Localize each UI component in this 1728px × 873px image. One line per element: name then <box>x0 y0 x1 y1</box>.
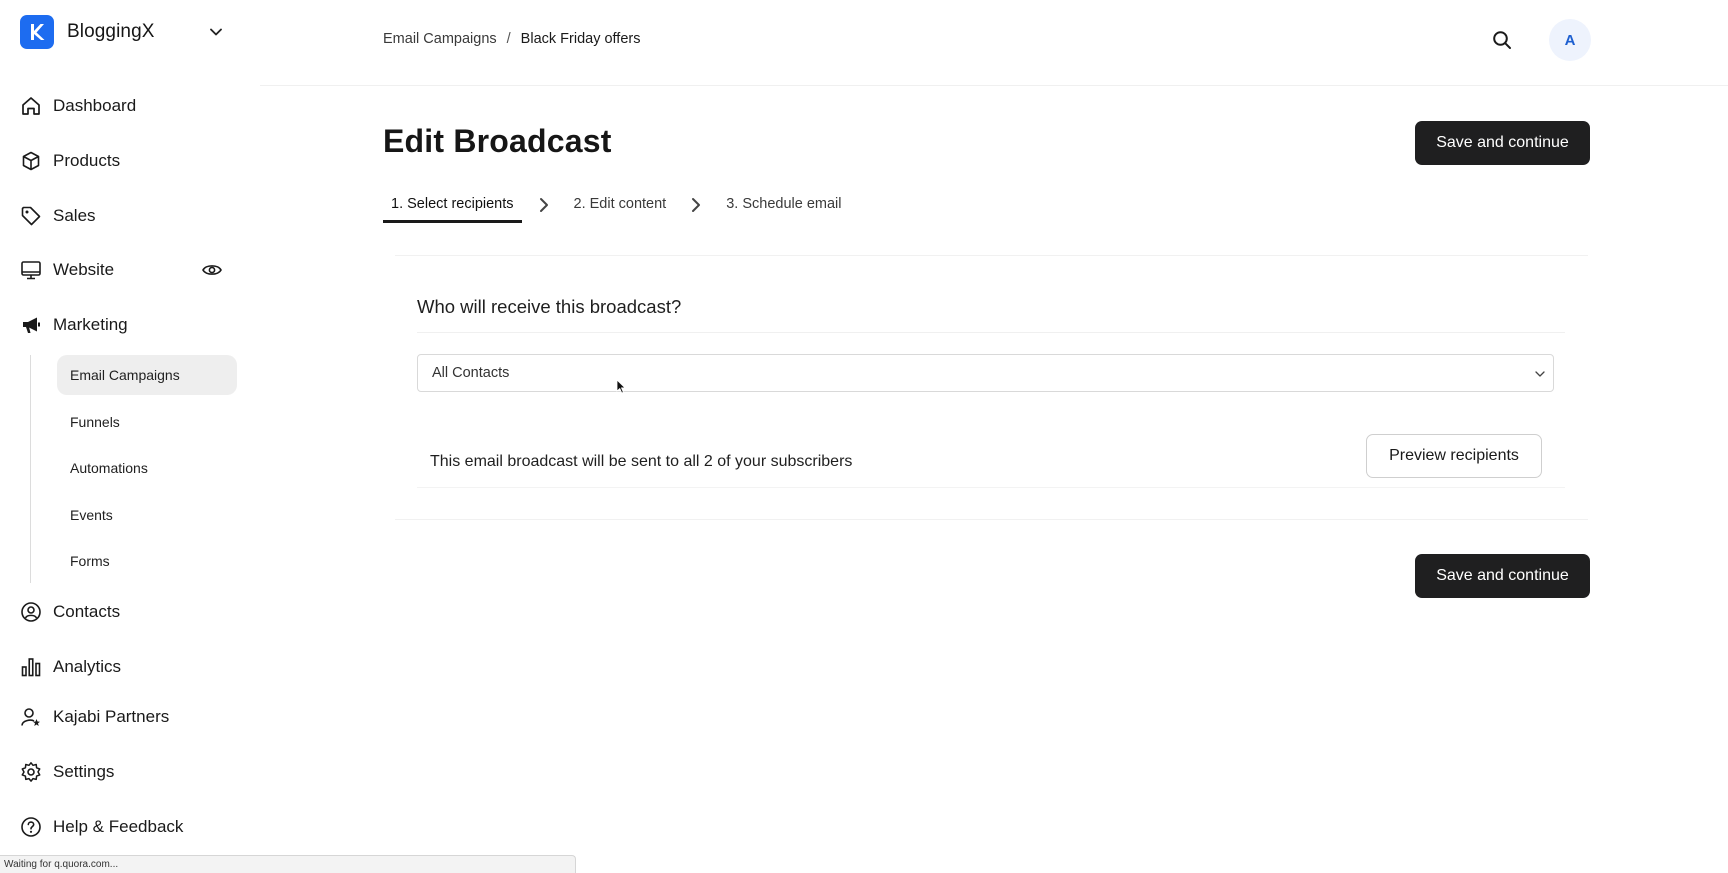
breadcrumb-parent-link[interactable]: Email Campaigns <box>383 31 497 47</box>
help-circle-icon <box>20 816 42 838</box>
sidebar-subitem-forms[interactable]: Forms <box>57 541 237 581</box>
workspace-switcher[interactable]: BloggingX <box>20 15 230 49</box>
sidebar-item-marketing[interactable]: Marketing <box>20 307 230 343</box>
sidebar: BloggingX Dashboard Products Sales Websi… <box>0 0 260 873</box>
chevron-right-icon <box>535 187 553 223</box>
tag-icon <box>20 205 42 227</box>
chevron-down-icon[interactable] <box>206 22 226 42</box>
step-edit-content[interactable]: 2. Edit content <box>566 187 675 221</box>
user-circle-icon <box>20 601 42 623</box>
monitor-icon <box>20 259 42 281</box>
sidebar-item-label: Sales <box>53 206 96 225</box>
sidebar-item-sales[interactable]: Sales <box>20 198 230 234</box>
sidebar-item-analytics[interactable]: Analytics <box>20 649 230 685</box>
step-schedule-email[interactable]: 3. Schedule email <box>718 187 849 221</box>
gear-icon <box>20 761 42 783</box>
top-bar: Email Campaigns / Black Friday offers A <box>260 0 1728 86</box>
chevron-down-icon <box>1533 367 1547 381</box>
card-divider <box>417 332 1565 333</box>
save-and-continue-button-top[interactable]: Save and continue <box>1415 121 1590 165</box>
box-icon <box>20 150 42 172</box>
eye-icon[interactable] <box>200 260 224 280</box>
breadcrumb-current: Black Friday offers <box>520 31 641 47</box>
recipients-question: Who will receive this broadcast? <box>417 296 682 317</box>
brand-logo-icon <box>20 15 54 49</box>
sidebar-subitem-automations[interactable]: Automations <box>57 448 237 488</box>
recipients-select[interactable]: All Contacts <box>417 354 1554 392</box>
sidebar-item-kajabi-partners[interactable]: Kajabi Partners <box>20 699 230 735</box>
sidebar-item-contacts[interactable]: Contacts <box>20 594 230 630</box>
sidebar-subitem-email-campaigns[interactable]: Email Campaigns <box>57 355 237 395</box>
breadcrumb: Email Campaigns / Black Friday offers <box>383 31 640 47</box>
chevron-right-icon <box>687 187 705 223</box>
submenu-divider <box>30 355 31 583</box>
sidebar-item-products[interactable]: Products <box>20 143 230 179</box>
sidebar-subitem-funnels[interactable]: Funnels <box>57 402 237 442</box>
recipients-summary-row: This email broadcast will be sent to all… <box>417 434 1565 488</box>
sidebar-item-label: Products <box>53 151 121 170</box>
save-and-continue-button-bottom[interactable]: Save and continue <box>1415 554 1590 598</box>
sidebar-item-label: Help & Feedback <box>53 817 184 836</box>
preview-recipients-button[interactable]: Preview recipients <box>1366 434 1542 478</box>
page-title: Edit Broadcast <box>383 123 612 159</box>
bar-chart-icon <box>20 656 42 678</box>
avatar[interactable]: A <box>1549 19 1591 61</box>
recipients-select-value: All Contacts <box>432 365 510 381</box>
sidebar-item-website[interactable]: Website <box>20 252 230 288</box>
step-select-recipients[interactable]: 1. Select recipients <box>383 187 522 223</box>
sidebar-subitem-events[interactable]: Events <box>57 495 237 535</box>
sidebar-item-label: Kajabi Partners <box>53 707 170 726</box>
recipients-summary-text: This email broadcast will be sent to all… <box>430 453 853 470</box>
sidebar-item-dashboard[interactable]: Dashboard <box>20 88 230 124</box>
sidebar-item-help-feedback[interactable]: Help & Feedback <box>20 809 230 845</box>
sidebar-item-settings[interactable]: Settings <box>20 754 230 790</box>
search-icon[interactable] <box>1490 28 1514 52</box>
sidebar-item-label: Contacts <box>53 602 121 621</box>
sidebar-item-label: Dashboard <box>53 96 137 115</box>
browser-status-bar: Waiting for q.quora.com... <box>0 855 576 873</box>
step-tabs: 1. Select recipients 2. Edit content 3. … <box>383 187 849 223</box>
breadcrumb-separator: / <box>506 31 511 47</box>
recipients-card: Who will receive this broadcast? All Con… <box>395 255 1588 520</box>
user-star-icon <box>20 706 42 728</box>
workspace-name: BloggingX <box>67 21 155 42</box>
sidebar-item-label: Marketing <box>53 315 128 334</box>
mouse-cursor-icon <box>616 379 626 394</box>
sidebar-item-label: Website <box>53 260 115 279</box>
home-icon <box>20 95 42 117</box>
sidebar-item-label: Analytics <box>53 657 122 676</box>
sidebar-item-label: Settings <box>53 762 115 781</box>
megaphone-icon <box>20 314 42 336</box>
